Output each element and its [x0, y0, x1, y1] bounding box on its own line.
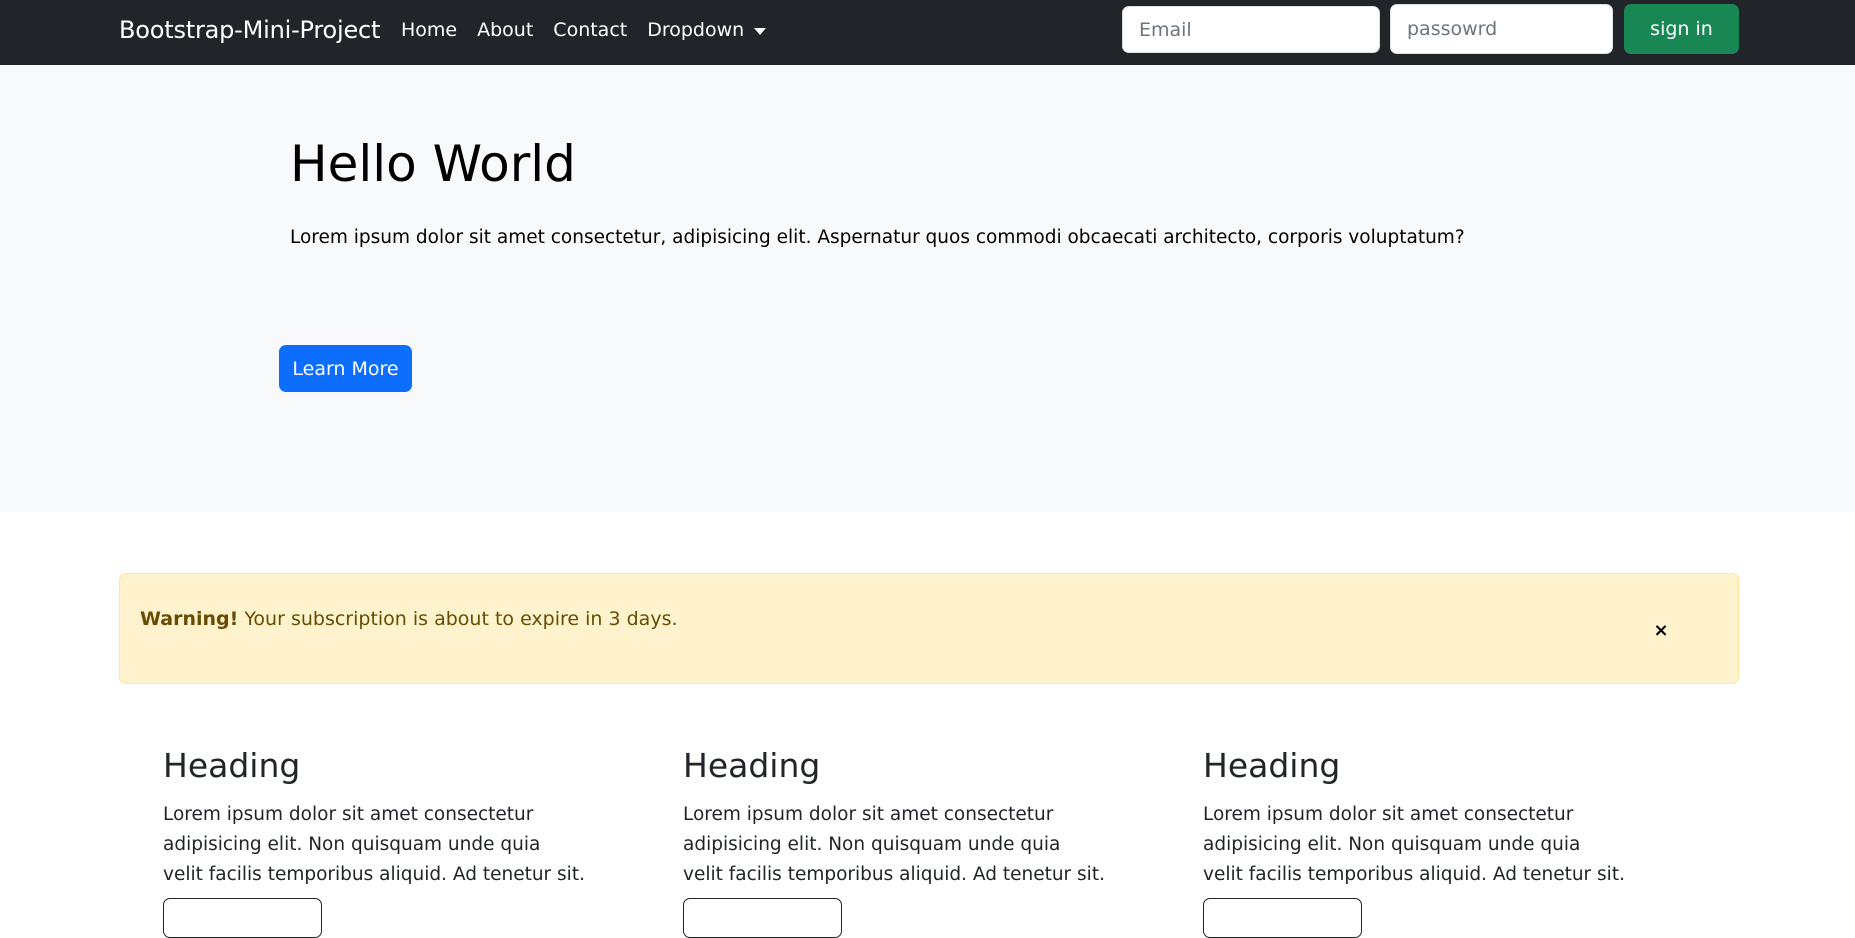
hero-title: Hello World — [290, 135, 576, 193]
column-text-line: velit facilis temporibus aliquid. Ad ten… — [1203, 864, 1625, 885]
close-icon[interactable]: × — [1635, 620, 1687, 642]
column-heading: Heading — [683, 746, 821, 785]
column-text-line: adipisicing elit. Non quisquam unde quia — [1203, 834, 1581, 855]
hero-text: Lorem ipsum dolor sit amet consectetur, … — [290, 227, 1465, 248]
nav-dropdown-label: Dropdown — [647, 19, 745, 41]
column-text-line: adipisicing elit. Non quisquam unde quia — [163, 834, 541, 855]
column-heading: Heading — [1203, 746, 1341, 785]
column-text-line: velit facilis temporibus aliquid. Ad ten… — [683, 864, 1105, 885]
column-text-line: adipisicing elit. Non quisquam unde quia — [683, 834, 1061, 855]
alert-text: Warning! Your subscription is about to e… — [140, 608, 678, 630]
column-button[interactable] — [1203, 898, 1362, 938]
column-text-line: Lorem ipsum dolor sit amet consectetur — [683, 804, 1054, 825]
column-heading: Heading — [163, 746, 301, 785]
column-text: Lorem ipsum dolor sit amet consectetur a… — [163, 800, 585, 890]
column-text: Lorem ipsum dolor sit amet consectetur a… — [683, 800, 1105, 890]
alert-strong: Warning! — [140, 608, 239, 630]
column-2: Heading Lorem ipsum dolor sit amet conse… — [683, 740, 1105, 938]
nav-link-contact[interactable]: Contact — [553, 19, 627, 41]
nav-dropdown-toggle[interactable]: Dropdown — [647, 19, 767, 41]
column-1: Heading Lorem ipsum dolor sit amet conse… — [163, 740, 585, 938]
caret-down-icon — [754, 27, 767, 35]
navbar: Bootstrap-Mini-Project Home About Contac… — [0, 0, 1855, 65]
sign-in-button[interactable]: sign in — [1624, 4, 1739, 54]
nav-link-home[interactable]: Home — [401, 19, 457, 41]
nav-link-about[interactable]: About — [477, 19, 533, 41]
password-input[interactable] — [1390, 4, 1613, 54]
column-text-line: velit facilis temporibus aliquid. Ad ten… — [163, 864, 585, 885]
email-input[interactable] — [1122, 6, 1380, 53]
column-button[interactable] — [163, 898, 322, 938]
hero-section: Hello World Lorem ipsum dolor sit amet c… — [0, 65, 1855, 512]
column-3: Heading Lorem ipsum dolor sit amet conse… — [1203, 740, 1625, 938]
column-button[interactable] — [683, 898, 842, 938]
navbar-brand[interactable]: Bootstrap-Mini-Project — [119, 0, 380, 60]
column-text-line: Lorem ipsum dolor sit amet consectetur — [163, 804, 534, 825]
column-text: Lorem ipsum dolor sit amet consectetur a… — [1203, 800, 1625, 890]
alert-message: Your subscription is about to expire in … — [238, 608, 678, 630]
nav-links: Home About Contact Dropdown — [401, 0, 786, 60]
column-text-line: Lorem ipsum dolor sit amet consectetur — [1203, 804, 1574, 825]
learn-more-button[interactable]: Learn More — [279, 345, 412, 392]
warning-alert: Warning! Your subscription is about to e… — [119, 573, 1739, 684]
